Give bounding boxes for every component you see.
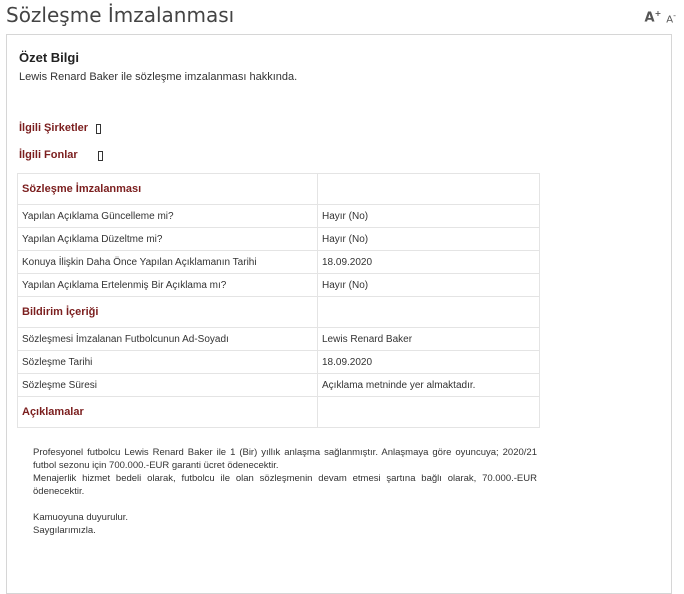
table-row: Sözleşme Tarihi 18.09.2020 (17, 350, 540, 374)
increase-font-button[interactable]: A+ (645, 9, 662, 25)
table-row: Yapılan Açıklama Ertelenmiş Bir Açıklama… (17, 273, 540, 297)
row-value: Açıklama metninde yer almaktadır. (317, 373, 540, 397)
disclosure-panel: Özet Bilgi Lewis Renard Baker ile sözleş… (6, 34, 672, 594)
row-label: Konuya İlişkin Daha Önce Yapılan Açıklam… (17, 250, 318, 274)
related-funds-link[interactable]: İlgili Fonlar (19, 149, 103, 161)
expand-icon (97, 151, 103, 161)
table-row: Konuya İlişkin Daha Önce Yapılan Açıklam… (17, 250, 540, 274)
page-title: Sözleşme İmzalanması (6, 3, 235, 27)
row-label: Sözleşme Tarihi (17, 350, 318, 374)
notes-header: Açıklamalar (17, 396, 540, 428)
row-value: Lewis Renard Baker (317, 327, 540, 351)
notification-header: Bildirim İçeriği (17, 296, 540, 328)
row-label: Yapılan Açıklama Güncelleme mi? (17, 204, 318, 228)
related-funds-label: İlgili Fonlar (19, 149, 78, 161)
body-paragraph: Profesyonel futbolcu Lewis Renard Baker … (33, 447, 537, 471)
row-value: Hayır (No) (317, 273, 540, 297)
related-companies-link[interactable]: İlgili Şirketler (19, 122, 102, 134)
section-title: Sözleşme İmzalanması (17, 173, 318, 205)
row-label: Sözleşme Süresi (17, 373, 318, 397)
table-row: Sözleşmesi İmzalanan Futbolcunun Ad-Soya… (17, 327, 540, 351)
notification-title: Bildirim İçeriği (17, 296, 318, 328)
table-row: Yapılan Açıklama Düzeltme mi? Hayır (No) (17, 227, 540, 251)
row-value: Hayır (No) (317, 204, 540, 228)
body-closing: Kamuoyuna duyurulur. (33, 512, 129, 523)
body-paragraph: Menajerlik hizmet bedeli olarak, futbolc… (33, 473, 537, 497)
notes-title: Açıklamalar (17, 396, 318, 428)
table-row: Sözleşme Süresi Açıklama metninde yer al… (17, 373, 540, 397)
row-label: Yapılan Açıklama Ertelenmiş Bir Açıklama… (17, 273, 318, 297)
summary-text: Lewis Renard Baker ile sözleşme imzalanm… (19, 71, 298, 83)
table-row: Yapılan Açıklama Güncelleme mi? Hayır (N… (17, 204, 540, 228)
row-label: Yapılan Açıklama Düzeltme mi? (17, 227, 318, 251)
body-signoff: Saygılarımızla. (33, 525, 96, 536)
row-value: 18.09.2020 (317, 250, 540, 274)
font-size-controls: A+ A- (645, 9, 677, 25)
table-section-header: Sözleşme İmzalanması (17, 173, 540, 205)
disclosure-body: Profesyonel futbolcu Lewis Renard Baker … (33, 446, 537, 537)
disclosure-table: Sözleşme İmzalanması Yapılan Açıklama Gü… (17, 173, 540, 428)
summary-title: Özet Bilgi (19, 50, 79, 65)
row-value: 18.09.2020 (317, 350, 540, 374)
related-companies-label: İlgili Şirketler (19, 122, 89, 134)
row-value: Hayır (No) (317, 227, 540, 251)
expand-icon (96, 124, 102, 134)
row-label: Sözleşmesi İmzalanan Futbolcunun Ad-Soya… (17, 327, 318, 351)
decrease-font-button[interactable]: A- (666, 11, 676, 25)
